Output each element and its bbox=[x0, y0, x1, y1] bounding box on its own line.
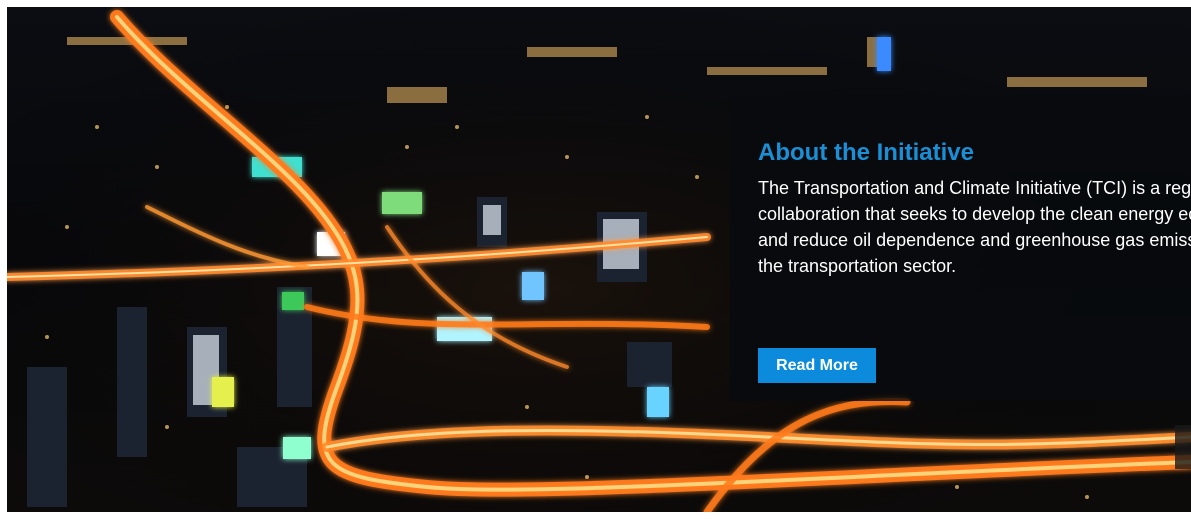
about-title: About the Initiative bbox=[758, 139, 974, 166]
hero-slider: About the Initiative The Transportation … bbox=[7, 7, 1191, 512]
next-arrow-icon[interactable] bbox=[1175, 425, 1191, 469]
about-panel: About the Initiative The Transportation … bbox=[730, 95, 1191, 401]
read-more-button[interactable]: Read More bbox=[758, 348, 876, 383]
about-description: The Transportation and Climate Initiativ… bbox=[758, 178, 1191, 276]
